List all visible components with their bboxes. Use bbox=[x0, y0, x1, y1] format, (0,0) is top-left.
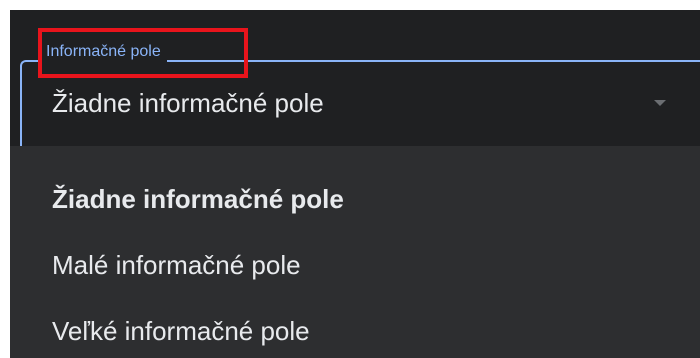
menu-item-none[interactable]: Žiadne informačné pole bbox=[52, 182, 344, 216]
menu-item-small[interactable]: Malé informačné pole bbox=[52, 248, 301, 282]
selected-value[interactable]: Žiadne informačné pole bbox=[52, 86, 324, 120]
menu-item-large[interactable]: Veľké informačné pole bbox=[52, 314, 310, 348]
info-field-label-container: Informačné pole bbox=[40, 37, 167, 67]
dropdown-menu: Žiadne informačné pole Malé informačné p… bbox=[10, 146, 700, 358]
info-field-label: Informačné pole bbox=[46, 43, 161, 60]
info-field-panel: Informačné pole Žiadne informačné pole Ž… bbox=[10, 10, 700, 358]
chevron-down-icon[interactable] bbox=[654, 100, 666, 106]
